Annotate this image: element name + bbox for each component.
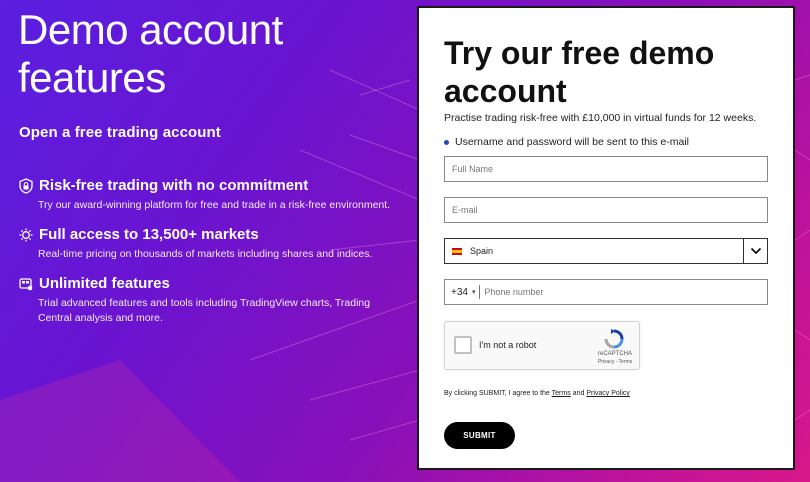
feature-title: Unlimited features [39,275,170,292]
recaptcha-brand: reCAPTCHA [597,351,632,357]
legal-prefix: By clicking SUBMIT, I agree to the [444,390,550,397]
recaptcha-checkbox[interactable] [454,336,472,354]
feature-description: Trial advanced features and tools includ… [38,297,371,324]
feature-item: Risk-free trading with no commitment Try… [19,177,399,213]
page-subtitle: Open a free trading account [19,124,221,141]
phone-country-code[interactable]: +34 ▾ [451,287,475,298]
recaptcha-logo-icon [603,328,625,350]
phone-field[interactable]: +34 ▾ [444,279,768,305]
email-field[interactable] [444,197,768,223]
spain-flag-icon [452,247,462,255]
recaptcha-links[interactable]: Privacy - Terms [593,359,637,365]
feature-item: Full access to 13,500+ markets Real-time… [19,226,399,262]
demo-signup-form: Try our free demo account Practise tradi… [417,6,795,470]
feature-title: Full access to 13,500+ markets [39,226,259,243]
fullname-input[interactable] [452,157,767,181]
country-value: Spain [470,246,494,256]
bullet-dot-icon [444,139,449,145]
features-panel: Demo account features Open a free tradin… [0,0,415,482]
country-select[interactable]: Spain [444,238,768,264]
legal-and: and [572,390,585,397]
fullname-field[interactable] [444,156,768,182]
submit-button[interactable]: SUBMIT [444,422,515,449]
tools-icon [19,276,33,292]
feature-item: Unlimited features Trial advanced featur… [19,275,399,326]
shield-lock-icon [19,177,33,194]
privacy-policy-link[interactable]: Privacy Policy [586,390,630,397]
feature-description: Real-time pricing on thousands of market… [38,248,373,260]
phone-input[interactable] [484,280,767,304]
phone-divider [479,285,481,299]
email-note: Username and password will be sent to th… [444,136,689,148]
page-title: Demo account features [18,6,283,101]
terms-link[interactable]: Terms [552,390,571,397]
form-subtitle: Practise trading risk-free with £10,000 … [444,112,757,124]
legal-consent: By clicking SUBMIT, I agree to the Terms… [444,390,630,397]
email-input[interactable] [452,198,767,222]
recaptcha-label: I'm not a robot [479,340,537,350]
feature-title: Risk-free trading with no commitment [39,177,309,194]
chevron-down-icon[interactable] [743,239,767,263]
recaptcha-widget: I'm not a robot reCAPTCHA Privacy - Term… [444,321,640,370]
globe-markets-icon [19,227,33,243]
form-title: Try our free demo account [444,35,715,109]
phone-code-value: +34 [451,286,468,298]
email-note-text: Username and password will be sent to th… [455,136,690,148]
caret-down-icon: ▾ [471,289,476,296]
feature-description: Try our award-winning platform for free … [38,199,391,211]
